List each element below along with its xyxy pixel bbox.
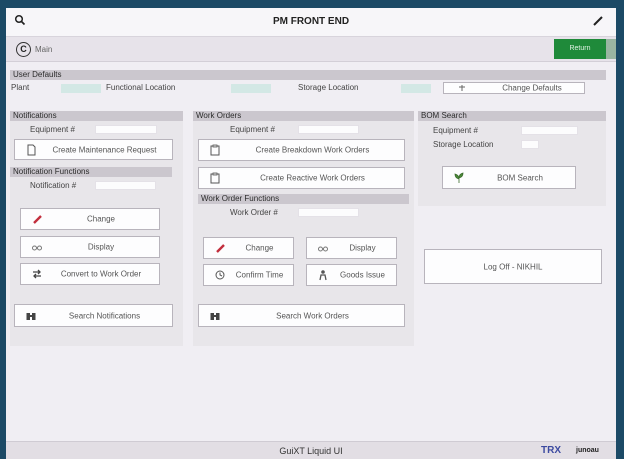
pencil-icon [216,244,225,253]
goods-issue-label: Goods Issue [340,270,385,280]
work-orders-header: Work Orders [193,111,414,121]
plant-field[interactable] [61,84,101,93]
document-icon [27,144,36,155]
work-order-number-label: Work Order # [230,208,278,217]
notif-display-button[interactable]: Display [20,236,160,258]
notification-number-label: Notification # [30,181,77,190]
main-link[interactable]: C Main [16,41,52,57]
functional-location-label: Functional Location [106,83,176,92]
junoau-logo: junoau [576,447,599,454]
confirm-time-button[interactable]: Confirm Time [203,264,294,286]
notif-display-label: Display [87,242,115,252]
worker-icon [319,270,327,281]
bom-search-header: BOM Search [418,111,606,121]
return-button-extension[interactable] [606,39,616,59]
pencil-icon [33,215,42,224]
footer-title: GuiXT Liquid UI [279,446,343,456]
plant-label: Plant [11,83,30,92]
functional-location-field[interactable] [231,84,271,93]
notifications-header: Notifications [10,111,183,121]
bom-search-label: BOM Search [497,173,543,182]
log-off-label: Log Off - NIKHIL [483,262,543,271]
title-bar: PM FRONT END [6,8,616,37]
goods-issue-button[interactable]: Goods Issue [306,264,397,286]
storage-location-field[interactable] [401,84,431,93]
user-defaults-header: User Defaults [10,70,606,80]
storage-location-label: Storage Location [298,83,359,92]
convert-to-work-order-label: Convert to Work Order [60,269,142,279]
search-notifications-label: Search Notifications [68,311,141,320]
plant-icon [454,171,464,183]
create-breakdown-work-orders-button[interactable]: Create Breakdown Work Orders [198,139,405,161]
main-circle-icon: C [16,41,31,57]
wo-equipment-input[interactable] [298,125,359,134]
pencil-icon[interactable] [592,15,604,27]
glasses-icon [32,245,42,251]
app-screen: PM FRONT END C Main Return User Defaults… [6,8,616,459]
notification-number-input[interactable] [95,181,156,190]
pin-icon [459,85,465,91]
nav-bar: C Main Return [6,37,616,62]
wo-display-button[interactable]: Display [306,237,397,259]
change-defaults-button[interactable]: Change Defaults [443,82,585,94]
log-off-button[interactable]: Log Off - NIKHIL [424,249,602,284]
bom-storage-location-input[interactable] [521,140,539,149]
notif-change-label: Change [86,214,116,224]
bom-equipment-input[interactable] [521,126,578,135]
change-defaults-label: Change Defaults [502,83,562,93]
bom-storage-location-label: Storage Location [433,140,494,149]
binoculars-icon [26,312,36,320]
footer-bar: GuiXT Liquid UI TRX junoau [6,441,616,459]
notif-change-button[interactable]: Change [20,208,160,230]
create-maintenance-request-label: Create Maintenance Request [52,145,157,154]
notif-equipment-input[interactable] [95,125,157,134]
bom-search-button[interactable]: BOM Search [442,166,576,189]
create-reactive-work-orders-label: Create Reactive Work Orders [260,173,365,183]
main-label: Main [35,44,53,54]
wo-change-label: Change [245,243,274,253]
wo-change-button[interactable]: Change [203,237,294,259]
binoculars-icon [210,312,220,320]
convert-to-work-order-button[interactable]: Convert to Work Order [20,263,160,285]
trx-logo: TRX [541,445,561,456]
create-maintenance-request-button[interactable]: Create Maintenance Request [14,139,173,160]
notification-functions-header: Notification Functions [10,167,172,177]
glasses-icon [318,246,328,252]
search-work-orders-button[interactable]: Search Work Orders [198,304,405,327]
work-order-number-input[interactable] [298,208,359,217]
search-work-orders-label: Search Work Orders [276,311,349,320]
notif-equipment-label: Equipment # [30,125,75,134]
return-button[interactable]: Return [554,39,606,59]
page-title: PM FRONT END [272,16,350,27]
convert-icon [33,269,41,279]
clipboard-icon [210,144,220,156]
bom-equipment-label: Equipment # [433,126,478,135]
clock-icon [215,270,225,280]
create-breakdown-work-orders-label: Create Breakdown Work Orders [255,145,370,155]
confirm-time-label: Confirm Time [235,270,284,280]
create-reactive-work-orders-button[interactable]: Create Reactive Work Orders [198,167,405,189]
clipboard-icon [210,172,220,184]
work-order-functions-header: Work Order Functions [198,194,409,204]
wo-equipment-label: Equipment # [230,125,275,134]
wo-display-label: Display [349,243,376,253]
search-notifications-button[interactable]: Search Notifications [14,304,173,327]
